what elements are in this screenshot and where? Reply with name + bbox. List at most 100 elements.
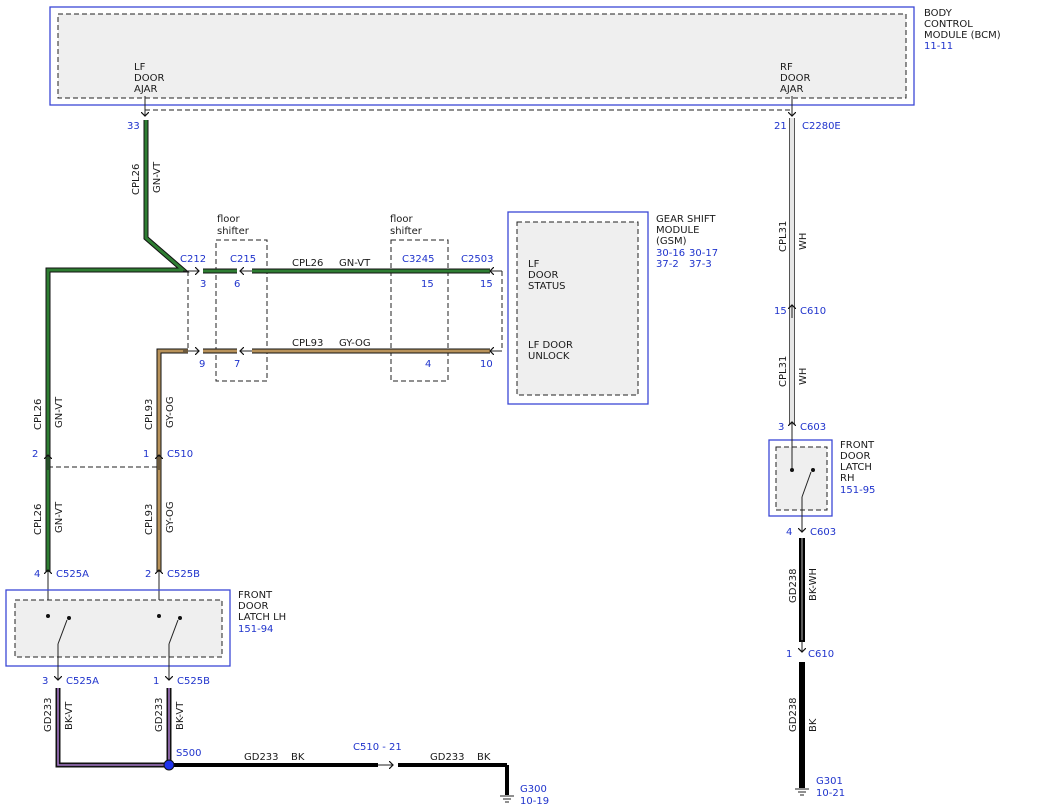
gsm-ref-2: 30-17 bbox=[689, 248, 718, 259]
bcm-module: BODY CONTROL MODULE (BCM) 11-11 LF DOOR … bbox=[49, 6, 1001, 132]
gsm-pin1-1: LF bbox=[528, 259, 540, 270]
gy-og-horiz-label: GY-OG bbox=[339, 338, 371, 349]
c525a-bot-pin: 3 bbox=[42, 676, 48, 687]
c525b-bot-pin: 1 bbox=[153, 676, 159, 687]
gy-og-vert-2: GY-OG bbox=[165, 501, 176, 533]
c525b-top-pin: 2 bbox=[145, 569, 151, 580]
c2503-label: C2503 bbox=[461, 254, 493, 265]
bcm-lf-pin-number: 33 bbox=[127, 121, 140, 132]
c212-pin-1: 3 bbox=[200, 279, 206, 290]
c525b-top-label: C525B bbox=[167, 569, 200, 580]
gsm-pin1-2: DOOR bbox=[528, 270, 558, 281]
c3245-pin-2: 4 bbox=[425, 359, 431, 370]
gd238-vert-2: GD238 bbox=[788, 697, 799, 732]
latch-rh-name-3: LATCH bbox=[840, 462, 872, 473]
bcm-ref: 11-11 bbox=[924, 41, 953, 52]
bk-horiz-2: BK bbox=[477, 752, 491, 763]
bcm-lf-pin-2: DOOR bbox=[134, 73, 164, 84]
bk-vt-vert-1: BK-VT bbox=[64, 701, 75, 730]
c525a-top-pin: 4 bbox=[34, 569, 40, 580]
bcm-rf-pin-number: 21 bbox=[774, 121, 787, 132]
latch-lh-name-2: DOOR bbox=[238, 601, 268, 612]
cpl26-vert-2: CPL26 bbox=[33, 399, 44, 430]
latch-rh-ref: 151-95 bbox=[840, 485, 875, 496]
latch-lh-name-3: LATCH LH bbox=[238, 612, 286, 623]
wire-gd238: 1 C610 GD238 BK-WH GD238 BK G301 10-21 bbox=[786, 538, 845, 799]
wire-gd233: S500 GD233 BK C510 - 21 GD233 BK GD233 B… bbox=[43, 688, 549, 807]
latch-lh-ref: 151-94 bbox=[238, 624, 273, 635]
c2503-pin-2: 10 bbox=[480, 359, 493, 370]
c510-pin-b: 1 bbox=[143, 449, 149, 460]
c2280e-label: C2280E bbox=[802, 121, 841, 132]
c525b-bot-label: C525B bbox=[177, 676, 210, 687]
latch-lh: 4 C525A 2 C525B FRONT DOOR LATCH LH 151-… bbox=[5, 569, 286, 687]
g301-ref: 10-21 bbox=[816, 788, 845, 799]
floor-shifter-1-a: floor bbox=[217, 214, 241, 225]
gsm-name-1: GEAR SHIFT bbox=[656, 214, 716, 225]
gn-vt-vert-3: GN-VT bbox=[54, 501, 65, 533]
gn-vt-vert-2: GN-VT bbox=[54, 396, 65, 428]
gsm-name-2: MODULE bbox=[656, 225, 699, 236]
c212-pin-2: 9 bbox=[199, 359, 205, 370]
cpl31-vert-2: CPL31 bbox=[778, 356, 789, 387]
ground-g300-icon bbox=[500, 795, 514, 803]
gd233-horiz-2: GD233 bbox=[430, 752, 465, 763]
c610-top-pin: 15 bbox=[774, 306, 787, 317]
wh-vert-2: WH bbox=[798, 368, 809, 385]
bk-horiz-1: BK bbox=[291, 752, 305, 763]
gsm-pin1-3: STATUS bbox=[528, 281, 566, 292]
wh-vert-1: WH bbox=[798, 233, 809, 250]
c3245-pin-1: 15 bbox=[421, 279, 434, 290]
s500-label: S500 bbox=[176, 748, 201, 759]
gsm-pin2-1: LF DOOR bbox=[528, 340, 573, 351]
floor-shifter-2-b: shifter bbox=[390, 226, 423, 237]
cpl93-horiz-label: CPL93 bbox=[292, 338, 323, 349]
c510-21-label: C510 - 21 bbox=[353, 742, 402, 753]
wire-cpl26 bbox=[45, 120, 490, 572]
vertical-wire-labels: CPL26 GN-VT CPL26 GN-VT CPL93 GY-OG CPL2… bbox=[33, 161, 176, 535]
gd233-vert-2: GD233 bbox=[154, 697, 165, 732]
latch-lh-name-1: FRONT bbox=[238, 590, 273, 601]
bk-vt-vert-2: BK-VT bbox=[175, 701, 186, 730]
cpl26-vert-3: CPL26 bbox=[33, 504, 44, 535]
c3245-label: C3245 bbox=[402, 254, 434, 265]
wire-cpl93 bbox=[156, 348, 490, 572]
connector-boxes: floor shifter floor shifter bbox=[48, 214, 503, 468]
c525a-bot-label: C525A bbox=[66, 676, 99, 687]
bcm-name-3: MODULE (BCM) bbox=[924, 30, 1001, 41]
gsm-ref-1: 30-16 bbox=[656, 248, 685, 259]
c212-label: C212 bbox=[180, 254, 206, 265]
bcm-name-2: CONTROL bbox=[924, 19, 973, 30]
bcm-lf-pin-3: AJAR bbox=[134, 84, 157, 95]
c215-pin-1: 6 bbox=[234, 279, 240, 290]
c215-label: C215 bbox=[230, 254, 256, 265]
c510-label: C510 bbox=[167, 449, 193, 460]
bcm-name-1: BODY bbox=[924, 8, 953, 19]
c610-bot-label: C610 bbox=[808, 649, 834, 660]
c603-bot-pin: 4 bbox=[786, 527, 792, 538]
c525a-top-label: C525A bbox=[56, 569, 89, 580]
s500-splice bbox=[163, 759, 175, 771]
c603-bot-label: C603 bbox=[810, 527, 836, 538]
floor-shifter-2-a: floor bbox=[390, 214, 414, 225]
bk-vert: BK bbox=[808, 718, 819, 732]
g300-label: G300 bbox=[520, 784, 547, 795]
g300-ref: 10-19 bbox=[520, 796, 549, 807]
latch-rh-name-2: DOOR bbox=[840, 451, 870, 462]
gsm-module: GEAR SHIFT MODULE (GSM) 30-16 30-17 37-2… bbox=[507, 211, 718, 405]
wire-cpl31: 15 C610 3 C603 CPL31 WH CPL31 WH bbox=[774, 118, 826, 434]
c610-bot-pin: 1 bbox=[786, 649, 792, 660]
harness-labels: C212 3 9 C215 6 7 C3245 15 4 C2503 15 10… bbox=[32, 254, 493, 460]
gsm-pin2-2: UNLOCK bbox=[528, 351, 570, 362]
gsm-ref-4: 37-3 bbox=[689, 259, 712, 270]
c610-top-label: C610 bbox=[800, 306, 826, 317]
latch-rh-name-1: FRONT bbox=[840, 440, 875, 451]
c603-top-label: C603 bbox=[800, 422, 826, 433]
cpl31-vert-1: CPL31 bbox=[778, 221, 789, 252]
cpl26-vert-1: CPL26 bbox=[131, 164, 142, 195]
ground-g301-icon bbox=[795, 788, 809, 796]
latch-rh-name-4: RH bbox=[840, 473, 854, 484]
gd233-vert-1: GD233 bbox=[43, 697, 54, 732]
c510-pin-a: 2 bbox=[32, 449, 38, 460]
bcm-rf-pin-2: DOOR bbox=[780, 73, 810, 84]
